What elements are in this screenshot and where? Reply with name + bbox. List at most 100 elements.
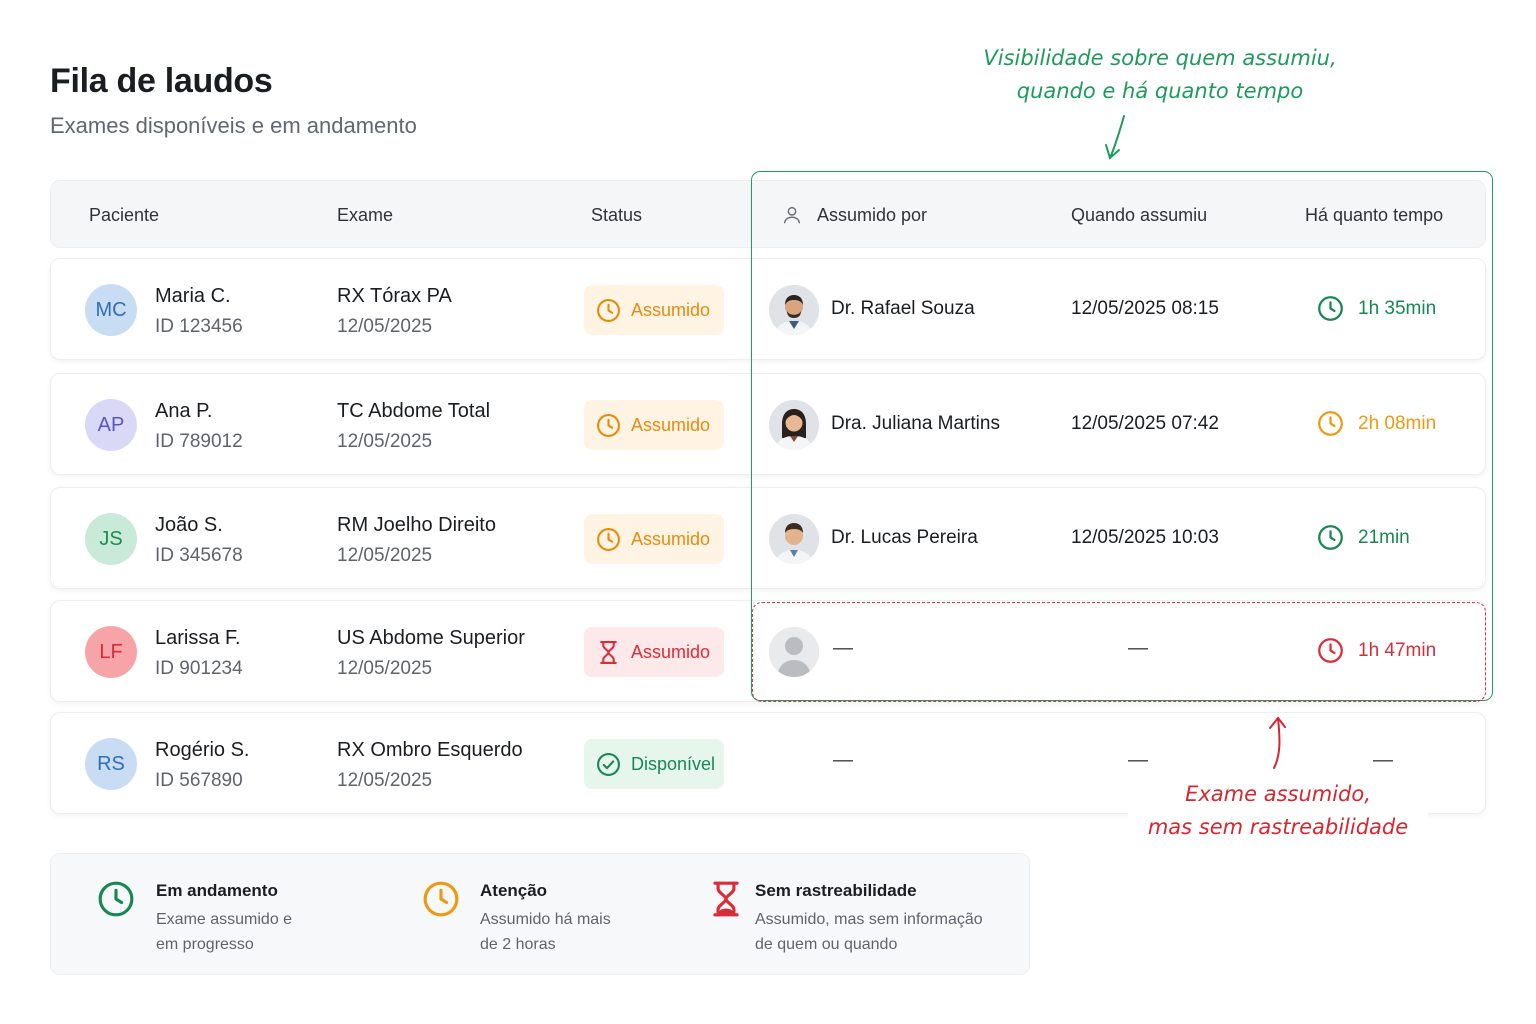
- clock-icon: [423, 881, 459, 917]
- exam-date: 12/05/2025: [337, 770, 433, 791]
- elapsed-time-empty: —: [1373, 749, 1393, 771]
- column-header-tempo[interactable]: Há quanto tempo: [1305, 181, 1443, 249]
- exam-name: RX Ombro Esquerdo: [337, 739, 523, 761]
- elapsed-label: 1h 35min: [1358, 297, 1437, 319]
- patient-id: ID 567890: [155, 770, 243, 791]
- assigned-time: 12/05/2025 10:03: [1071, 527, 1219, 548]
- patient-name: Ana P.: [155, 400, 213, 422]
- patient-avatar: AP: [85, 399, 137, 451]
- patient-avatar: MC: [85, 284, 137, 336]
- assigned-doctor: Dr. Rafael Souza: [831, 298, 975, 319]
- status-label: Assumido: [631, 641, 711, 662]
- elapsed-time: 1h 47min: [1317, 637, 1436, 664]
- user-placeholder-icon: [769, 627, 819, 677]
- annotation-line: quando e há quanto tempo: [1016, 79, 1304, 103]
- elapsed-time: 1h 35min: [1317, 295, 1436, 322]
- status-badge[interactable]: Assumido: [584, 627, 724, 677]
- status-label: Assumido: [631, 414, 711, 435]
- legend-description: Assumido há mais de 2 horas: [480, 911, 611, 953]
- patient-avatar: JS: [85, 513, 137, 565]
- clock-icon: [597, 298, 620, 322]
- patient-name: Larissa F.: [155, 627, 241, 649]
- patient-name: João S.: [155, 514, 223, 536]
- annotation-line: mas sem rastreabilidade: [1147, 815, 1409, 839]
- check-circle-icon: [597, 752, 620, 776]
- arrow-up-icon: [1269, 716, 1286, 769]
- assigned-doctor-empty: —: [833, 749, 853, 771]
- hourglass-icon: [600, 640, 617, 664]
- assigned-time: 12/05/2025 08:15: [1071, 298, 1219, 319]
- patient-id: ID 789012: [155, 431, 243, 452]
- assigned-doctor: Dra. Juliana Martins: [831, 413, 1000, 434]
- clock-icon: [98, 881, 134, 917]
- untracked-annotation: Exame assumido, mas sem rastreabilidade: [1128, 778, 1428, 844]
- column-header-label: Assumido por: [817, 205, 928, 225]
- status-badge[interactable]: Disponível: [584, 739, 724, 789]
- hourglass-icon: [713, 881, 739, 917]
- status-badge[interactable]: Assumido: [584, 514, 724, 564]
- visibility-annotation: Visibilidade sobre quem assumiu, quando …: [940, 42, 1380, 108]
- exam-name: TC Abdome Total: [337, 400, 491, 422]
- table-row[interactable]: AP Ana P. ID 789012 TC Abdome Total 12/05/20…: [50, 373, 1486, 475]
- status-label: Disponível: [631, 753, 716, 774]
- table-row[interactable]: JS João S. ID 345678 RM Joelho Direito 12/05…: [50, 487, 1486, 589]
- user-icon: [783, 206, 801, 224]
- legend-title: Em andamento: [156, 881, 278, 900]
- assigned-time: 12/05/2025 07:42: [1071, 413, 1219, 434]
- exam-date: 12/05/2025: [337, 545, 433, 566]
- exam-date: 12/05/2025: [337, 316, 433, 337]
- elapsed-label: 21min: [1358, 526, 1410, 548]
- clock-icon: [597, 527, 620, 551]
- clock-icon: [1318, 525, 1343, 550]
- patient-id: ID 345678: [155, 545, 243, 566]
- exam-date: 12/05/2025: [337, 658, 433, 679]
- legend-panel: Em andamento Exame assumido e em progress…: [50, 853, 1030, 975]
- doctor-avatar: [769, 285, 819, 335]
- status-badge[interactable]: Assumido: [584, 400, 724, 450]
- column-header-quando[interactable]: Quando assumiu: [1071, 181, 1207, 249]
- table-row[interactable]: MC Maria C. ID 123456 RX Tórax PA 12/05/2025…: [50, 258, 1486, 360]
- column-header-paciente[interactable]: Paciente: [89, 181, 159, 249]
- table-row[interactable]: LF Larissa F. ID 901234 US Abdome Superior 1…: [50, 600, 1486, 702]
- patient-id: ID 901234: [155, 658, 243, 679]
- elapsed-label: 2h 08min: [1358, 412, 1437, 434]
- legend-description: Exame assumido e em progresso: [156, 911, 293, 953]
- exam-name: RM Joelho Direito: [337, 514, 496, 536]
- status-badge[interactable]: Assumido: [584, 285, 724, 335]
- exam-date: 12/05/2025: [337, 431, 433, 452]
- status-label: Assumido: [631, 299, 711, 320]
- elapsed-label: 1h 47min: [1358, 639, 1437, 661]
- assigned-doctor-empty: —: [833, 637, 853, 659]
- table-header: Paciente Exame Status Assumido por Quand…: [50, 180, 1486, 248]
- legend-title: Atenção: [480, 881, 548, 900]
- assigned-time-empty: —: [1128, 749, 1148, 771]
- doctor-avatar: [769, 514, 819, 564]
- patient-id: ID 123456: [155, 316, 243, 337]
- clock-icon: [597, 413, 620, 437]
- status-label: Assumido: [631, 528, 711, 549]
- exam-name: US Abdome Superior: [337, 627, 525, 649]
- column-header-assumido-por[interactable]: Assumido por: [781, 181, 927, 249]
- elapsed-time: 2h 08min: [1317, 410, 1436, 437]
- annotation-line: Visibilidade sobre quem assumiu,: [983, 46, 1337, 70]
- patient-avatar: LF: [85, 626, 137, 678]
- patient-name: Rogério S.: [155, 739, 250, 761]
- patient-avatar: RS: [85, 738, 137, 790]
- column-header-status[interactable]: Status: [591, 181, 642, 249]
- page-title: Fila de laudos: [50, 62, 273, 100]
- assigned-time-empty: —: [1128, 637, 1148, 659]
- legend-description: Assumido, mas sem informação de quem ou q…: [755, 911, 983, 953]
- column-header-exame[interactable]: Exame: [337, 181, 393, 249]
- assigned-doctor: Dr. Lucas Pereira: [831, 527, 978, 548]
- clock-icon: [1318, 638, 1343, 663]
- arrow-down-icon: [1105, 115, 1125, 160]
- annotation-line: Exame assumido,: [1185, 782, 1371, 806]
- clock-icon: [1318, 411, 1343, 436]
- patient-name: Maria C.: [155, 285, 231, 307]
- legend-title: Sem rastreabilidade: [755, 881, 917, 900]
- page-subtitle: Exames disponíveis e em andamento: [50, 113, 417, 138]
- clock-icon: [1318, 296, 1343, 321]
- elapsed-time: 21min: [1317, 524, 1410, 551]
- doctor-avatar: [769, 400, 819, 450]
- exam-name: RX Tórax PA: [337, 285, 452, 307]
